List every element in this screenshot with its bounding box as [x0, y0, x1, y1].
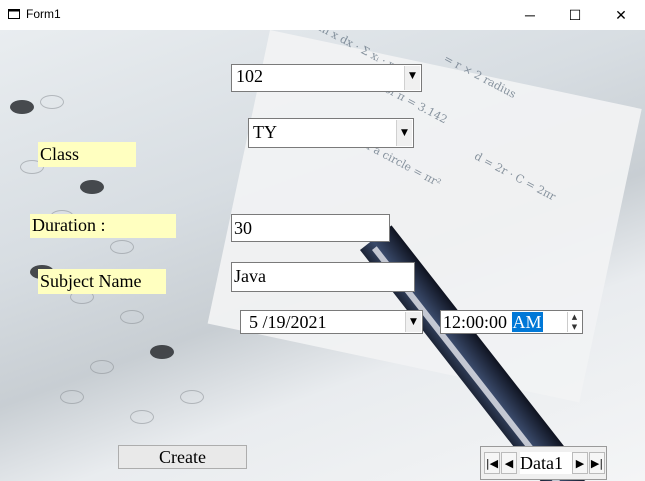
form-client-area: ∫ sin x dx · Σ xᵢ · π r² value of π = 3.…: [0, 30, 645, 481]
date-picker[interactable]: 5 /19/2021 ▼: [240, 310, 423, 334]
chevron-down-icon[interactable]: ▼: [404, 66, 420, 90]
prev-record-button[interactable]: ◀: [501, 452, 517, 474]
class-combo[interactable]: TY ▼: [248, 118, 414, 148]
first-record-button[interactable]: |◀: [484, 452, 500, 474]
subject-name-input[interactable]: Java: [231, 262, 415, 292]
duration-label: Duration :: [30, 214, 176, 238]
subject-name-label: Subject Name: [38, 269, 166, 294]
form-icon: [8, 9, 20, 19]
time-picker[interactable]: 12:00:00 AM ▲ ▼: [440, 310, 583, 334]
window-title: Form1: [26, 7, 61, 21]
time-value: 12:00:00: [443, 312, 512, 332]
data-control-caption: Data1: [520, 452, 572, 474]
maximize-button[interactable]: ☐: [552, 0, 598, 30]
last-record-button[interactable]: ▶|: [589, 452, 605, 474]
duration-input[interactable]: 30: [231, 214, 390, 242]
date-value: 5 /19/2021: [249, 312, 327, 332]
time-display: 12:00:00 AM: [443, 311, 543, 333]
next-record-button[interactable]: ▶: [572, 452, 588, 474]
data-control: |◀ ◀ Data1 ▶ ▶|: [480, 446, 607, 480]
create-button[interactable]: Create: [118, 445, 247, 469]
id-combo[interactable]: 102 ▼: [231, 64, 422, 92]
close-button[interactable]: ✕: [598, 0, 644, 30]
chevron-down-icon[interactable]: ▼: [405, 312, 421, 332]
id-combo-value: 102: [236, 66, 263, 86]
title-bar: Form1 ─ ☐ ✕: [0, 0, 645, 30]
minimize-button[interactable]: ─: [507, 0, 553, 30]
chevron-down-icon[interactable]: ▼: [396, 120, 412, 146]
class-combo-value: TY: [253, 122, 277, 142]
time-ampm[interactable]: AM: [511, 312, 543, 332]
spin-up-icon[interactable]: ▲: [572, 313, 577, 321]
spin-down-icon[interactable]: ▼: [572, 323, 577, 331]
class-label: Class: [38, 142, 136, 167]
time-spinner[interactable]: ▲ ▼: [567, 312, 581, 332]
